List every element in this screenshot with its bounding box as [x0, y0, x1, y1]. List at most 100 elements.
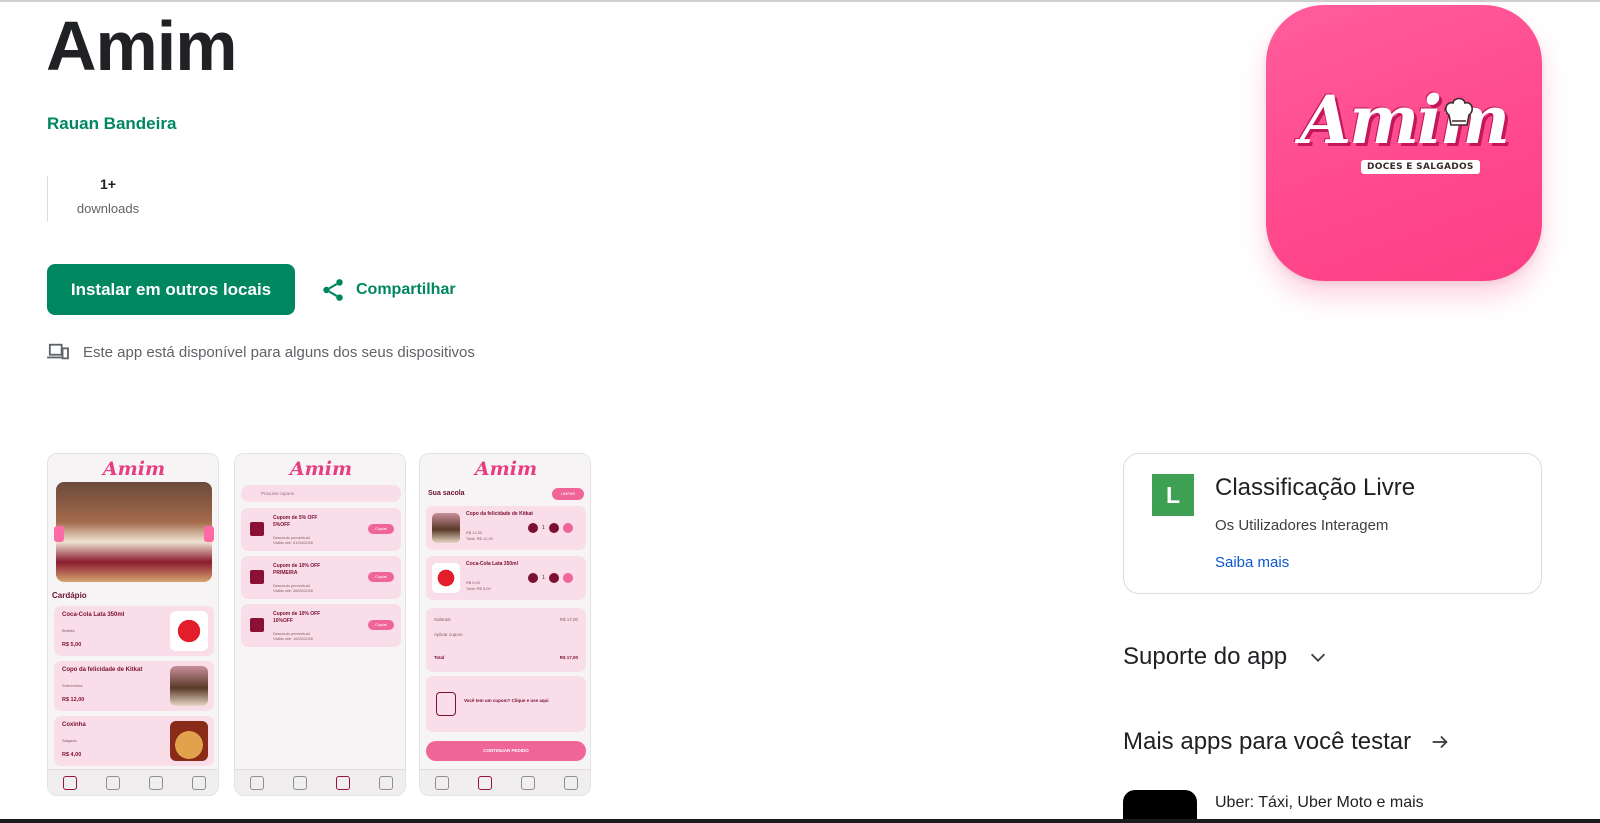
remove-icon	[562, 573, 573, 583]
chef-hat-icon	[1444, 97, 1474, 126]
menu-item-category: Bebida	[62, 628, 75, 633]
cake-icon	[250, 522, 264, 536]
carousel-next-icon	[204, 526, 214, 542]
plus-icon	[548, 523, 559, 533]
share-button[interactable]: Compartilhar	[320, 270, 456, 310]
related-app-name[interactable]: Uber: Táxi, Uber Moto e mais	[1215, 794, 1424, 812]
menu-item-price: R$ 4,00	[62, 752, 82, 758]
coupon-promo-text: Você tem um cupom? Clique e use aqui	[464, 698, 549, 703]
minus-icon	[528, 573, 538, 583]
top-border	[0, 0, 1600, 2]
cart-item-price: R$ 5,00	[466, 580, 481, 585]
cart-item-price: R$ 12,00	[466, 530, 483, 535]
home-icon	[249, 775, 264, 790]
cake-icon	[250, 570, 264, 584]
screenshot-coupons[interactable]: Amim Procurar cupons Cupom de 5% OFF 5%OF…	[234, 453, 406, 796]
minus-icon	[528, 523, 538, 533]
coupon-code: PRIMEIRA	[273, 570, 298, 576]
share-label: Compartilhar	[356, 281, 456, 298]
app-support-toggle[interactable]: Suporte do app	[1123, 643, 1329, 671]
downloads-label: downloads	[76, 201, 140, 216]
cart-item-total: Total: R$ 5,00	[466, 586, 491, 591]
coupon-title: Cupom de 10% OFF	[273, 611, 321, 617]
content-rating-card: L Classificação Livre Os Utilizadores In…	[1123, 453, 1542, 594]
cart-icon	[477, 775, 492, 790]
availability-notice: Este app está disponível para alguns dos…	[47, 342, 475, 362]
menu-item-category: Salgado	[62, 738, 77, 743]
cart-item-name: Coca-Cola Lata 350ml	[466, 561, 518, 567]
cart-summary: Subtotal R$ 17,00 Aplicar cupom Total R$…	[426, 608, 586, 672]
more-apps-link[interactable]: Mais apps para você testar	[1123, 728, 1451, 756]
menu-item-category: Sobremesa	[62, 683, 83, 688]
menu-item: Copo da felicidade de Kitkat Sobremesa R…	[54, 661, 214, 711]
coupon-icon	[148, 775, 163, 790]
app-logo-text: Amim	[1300, 81, 1510, 159]
screenshot-logo: Amim	[289, 458, 353, 480]
cart-item-name: Copo da felicidade de Kitkat	[466, 511, 533, 517]
kitkat-cup-image	[170, 666, 208, 706]
profile-icon	[378, 775, 393, 790]
coupon-valid: Válido até: 28/02/2026	[273, 588, 314, 593]
coupon-title: Cupom de 5% OFF	[273, 515, 318, 521]
coupon-valid: Válido até: 16/02/2026	[273, 636, 314, 641]
coupon-card: Cupom de 10% OFF PRIMEIRA Desconto percen…	[241, 556, 401, 599]
cart-item-qty: 1	[542, 575, 545, 581]
copy-coupon-button: Copiar	[368, 620, 394, 630]
coupon-tag-icon	[436, 692, 456, 716]
app-logo-subtitle: DOCES E SALGADOS	[1361, 160, 1480, 174]
arrow-right-icon	[1432, 735, 1448, 749]
bottom-nav	[48, 769, 218, 795]
total-label: Total	[434, 655, 445, 660]
screenshot-menu[interactable]: Amim Cardápio Coca-Cola Lata 350ml Bebid…	[47, 453, 219, 796]
bottom-nav	[420, 769, 590, 795]
downloads-value: 1+	[100, 176, 116, 192]
clear-cart-button: LIMPAR	[552, 488, 584, 500]
rating-title: Classificação Livre	[1215, 474, 1416, 501]
copy-coupon-button: Copiar	[368, 524, 394, 534]
coxinha-image	[170, 721, 208, 761]
cake-icon	[250, 618, 264, 632]
coupon-valid: Válido até: 01/04/2026	[273, 540, 314, 545]
screenshot-logo: Amim	[102, 458, 166, 480]
cart-item-qty: 1	[542, 525, 545, 531]
coupon-promo: Você tem um cupom? Clique e use aqui	[426, 676, 586, 732]
coupon-card: Cupom de 10% OFF 10%OFF Desconto percentu…	[241, 604, 401, 647]
cart-item: Copo da felicidade de Kitkat R$ 12,00 Tot…	[426, 506, 586, 550]
rating-badge-icon: L	[1152, 474, 1194, 516]
hero-cake-image	[54, 482, 214, 582]
coca-cola-image	[170, 611, 208, 651]
developer-link[interactable]: Rauan Bandeira	[47, 114, 176, 134]
coupon-code: 5%OFF	[273, 522, 291, 528]
total-value: R$ 17,00	[559, 655, 578, 660]
availability-text: Este app está disponível para alguns dos…	[83, 343, 475, 361]
cart-title: Sua sacola	[428, 490, 465, 497]
remove-icon	[562, 523, 573, 533]
learn-more-link[interactable]: Saiba mais	[1215, 554, 1289, 571]
share-icon	[323, 279, 343, 301]
home-icon	[62, 775, 77, 790]
kitkat-cup-image	[432, 513, 460, 543]
more-apps-heading: Mais apps para você testar	[1123, 728, 1412, 755]
install-button[interactable]: Instalar em outros locais	[47, 264, 295, 315]
menu-item: Coca-Cola Lata 350ml Bebida R$ 5,00	[54, 606, 214, 656]
devices-icon	[47, 343, 69, 360]
menu-item-price: R$ 5,00	[62, 642, 82, 648]
cart-item: Coca-Cola Lata 350ml R$ 5,00 Total: R$ 5,…	[426, 556, 586, 600]
support-heading: Suporte do app	[1123, 643, 1288, 670]
profile-icon	[563, 775, 578, 790]
menu-heading: Cardápio	[52, 591, 87, 600]
app-title: Amim	[46, 7, 237, 85]
coupon-icon	[520, 775, 535, 790]
coupon-code: 10%OFF	[273, 618, 294, 624]
apply-coupon-label: Aplicar cupom	[434, 632, 463, 637]
downloads-stat: 1+ downloads	[47, 176, 157, 222]
rating-description: Os Utilizadores Interagem	[1215, 517, 1389, 534]
carousel-prev-icon	[54, 526, 64, 542]
plus-icon	[548, 573, 559, 583]
subtotal-label: Subtotal	[434, 617, 451, 622]
menu-item: Coxinha Salgado R$ 4,00	[54, 716, 214, 766]
chevron-down-icon	[1311, 653, 1326, 662]
cart-icon	[292, 775, 307, 790]
screenshot-cart[interactable]: Amim Sua sacola LIMPAR Copo da felicidad…	[419, 453, 591, 796]
coupon-search-input: Procurar cupons	[241, 485, 401, 502]
